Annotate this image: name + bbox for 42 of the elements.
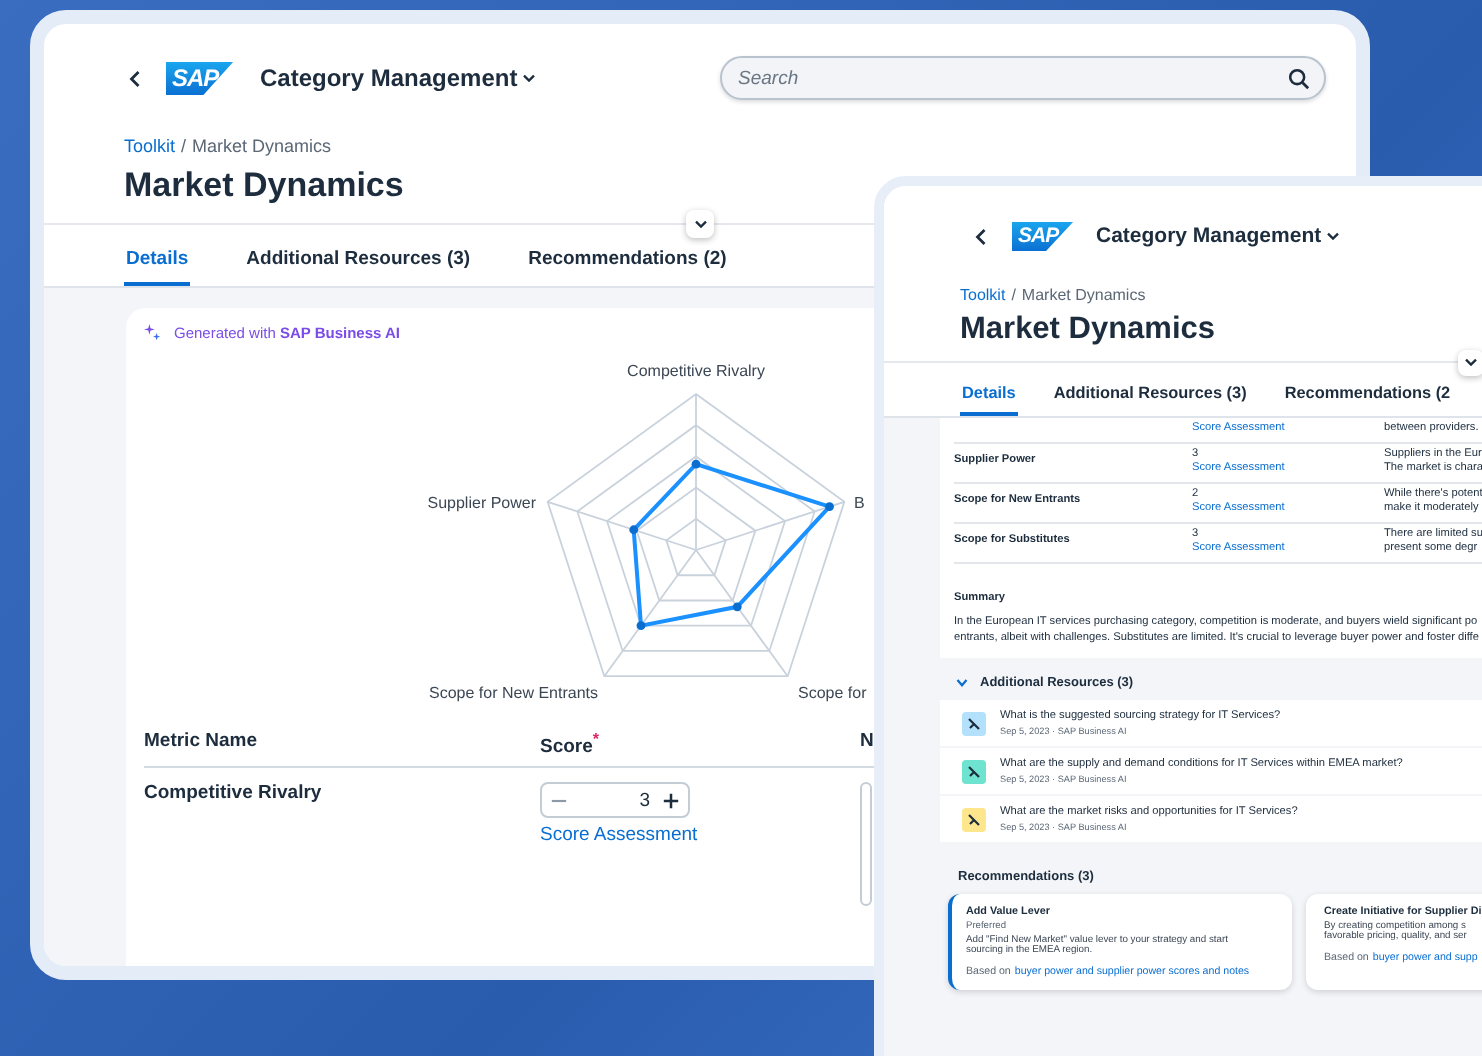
breadcrumb-link[interactable]: Toolkit	[124, 136, 176, 156]
breadcrumb-current: Market Dynamics	[1021, 286, 1146, 304]
collapse-button[interactable]	[686, 210, 714, 238]
axis-label: Supplier Power	[427, 494, 536, 512]
search-field[interactable]: Search	[720, 56, 1326, 100]
search-icon[interactable]	[1288, 67, 1310, 89]
tab[interactable]: Recommendations (2)	[526, 240, 729, 286]
column-header: Score$^{*}$	[540, 730, 600, 759]
column-header: N	[860, 730, 874, 756]
chevron-down-icon[interactable]	[521, 73, 536, 83]
breadcrumb-separator: /	[1011, 286, 1016, 304]
score-assessment-link[interactable]: Score Assessment	[540, 824, 698, 847]
chevron-down-icon[interactable]	[693, 219, 707, 229]
metric-name: Competitive Rivalry	[144, 782, 324, 809]
caret-icon[interactable]	[956, 678, 968, 689]
chevron-down-icon[interactable]	[1325, 231, 1340, 241]
notes-field[interactable]	[860, 782, 872, 907]
back-icon[interactable]	[974, 227, 988, 245]
score-stepper[interactable]: 3	[540, 782, 690, 819]
axis-label: B	[854, 494, 865, 512]
logo: SAP	[1012, 221, 1074, 251]
tab[interactable]: Additional Resources (3)	[244, 240, 473, 286]
page-title: Market Dynamics	[958, 312, 1218, 348]
axis-label: Scope for New Entrants	[429, 684, 598, 702]
app-title-menu[interactable]: Category Management	[260, 64, 536, 92]
axis-label: Scope for	[798, 684, 867, 702]
chevron-down-icon[interactable]	[1464, 357, 1478, 367]
sparkle-icon	[144, 324, 162, 342]
breadcrumb-separator: /	[181, 136, 187, 156]
plus-icon[interactable]	[662, 791, 680, 810]
tab[interactable]: Additional Resources (3)	[1051, 378, 1249, 416]
logo: SAP	[166, 61, 234, 95]
collapse-button[interactable]	[1458, 349, 1482, 375]
tab[interactable]: Recommendations (2	[1282, 378, 1453, 416]
breadcrumb-link[interactable]: Toolkit	[960, 286, 1006, 304]
back-icon[interactable]	[128, 69, 142, 87]
required-mark: *	[592, 730, 600, 748]
breadcrumb-current: Market Dynamics	[192, 136, 332, 156]
column-header: Metric Name	[144, 730, 257, 756]
app-title-menu[interactable]: Category Management	[1096, 224, 1340, 248]
axis-label: Competitive Rivalry	[627, 362, 765, 380]
page-title: Market Dynamics	[122, 166, 406, 206]
